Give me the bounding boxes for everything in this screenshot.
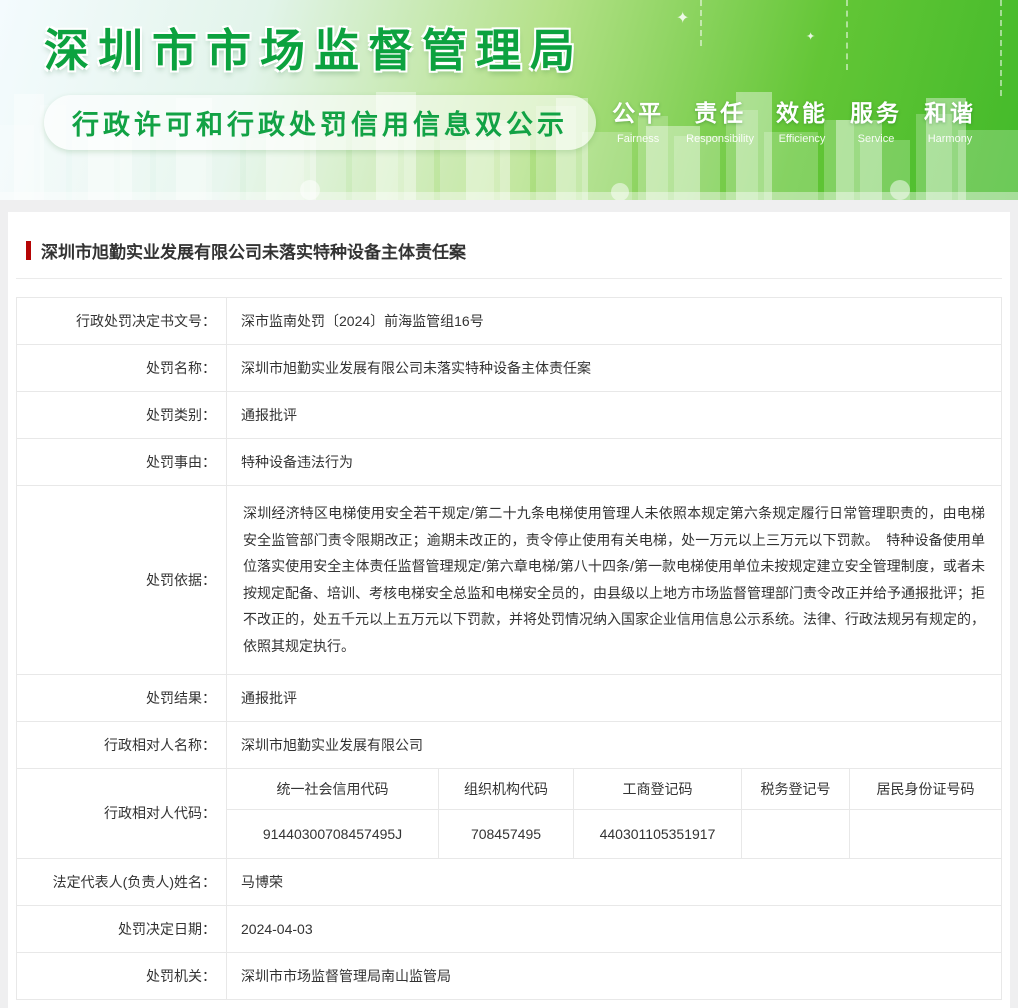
table-row: 行政处罚决定书文号： 深市监南处罚〔2024〕前海监管组16号 — [16, 297, 1002, 345]
decorative-dashed-line — [1000, 0, 1002, 96]
site-subtitle: 行政许可和行政处罚信用信息双公示 — [44, 95, 596, 150]
row-label: 行政相对人名称： — [16, 720, 227, 769]
slogan-cn: 责任 — [694, 100, 747, 126]
code-value-cell: 91440300708457495J — [226, 808, 439, 859]
code-value-cell — [741, 808, 850, 859]
page-title: 深圳市旭勤实业发展有限公司未落实特种设备主体责任案 — [41, 243, 466, 262]
row-value: 深圳经济特区电梯使用安全若干规定/第二十九条电梯使用管理人未依照本规定第六条规定… — [226, 485, 1002, 675]
code-value-cell: 708457495 — [438, 808, 574, 859]
slogan-en: Responsibility — [686, 133, 754, 145]
code-column-header: 工商登记码 — [573, 767, 742, 810]
main-content: 深圳市旭勤实业发展有限公司未落实特种设备主体责任案 行政处罚决定书文号： 深市监… — [8, 212, 1010, 1008]
table-row: 处罚机关： 深圳市市场监督管理局南山监管局 — [16, 951, 1002, 1000]
row-value: 深市监南处罚〔2024〕前海监管组16号 — [226, 297, 1002, 345]
slogan-cn: 公平 — [612, 100, 665, 126]
row-label: 处罚类别： — [16, 391, 227, 439]
slogan-en: Fairness — [617, 133, 660, 145]
row-value: 通报批评 — [226, 391, 1002, 439]
table-row: 处罚结果： 通报批评 — [16, 673, 1002, 722]
table-row: 处罚决定日期： 2024-04-03 — [16, 904, 1002, 953]
slogan-pair: 效能 Efficiency — [776, 94, 828, 145]
row-label: 行政相对人代码： — [16, 767, 227, 859]
code-value-cell — [849, 808, 1002, 859]
row-value: 深圳市旭勤实业发展有限公司未落实特种设备主体责任案 — [226, 344, 1002, 392]
sparkle-icon: ✦ — [806, 31, 816, 43]
row-value: 2024-04-03 — [226, 904, 1002, 953]
row-label: 处罚名称： — [16, 344, 227, 392]
code-column-header: 税务登记号 — [741, 767, 850, 810]
penalty-info-table: 行政处罚决定书文号： 深市监南处罚〔2024〕前海监管组16号 处罚名称： 深圳… — [16, 297, 1002, 1000]
row-label: 行政处罚决定书文号： — [16, 297, 227, 345]
slogan-cn: 和谐 — [924, 100, 976, 126]
row-label: 处罚依据： — [16, 485, 227, 675]
code-column-header: 统一社会信用代码 — [226, 767, 439, 810]
slogan-pair: 责任 Responsibility — [686, 94, 754, 145]
row-label: 处罚决定日期： — [16, 904, 227, 953]
table-row: 处罚名称： 深圳市旭勤实业发展有限公司未落实特种设备主体责任案 — [16, 344, 1002, 392]
row-value: 深圳市旭勤实业发展有限公司 — [226, 720, 1002, 769]
row-value: 深圳市市场监督管理局南山监管局 — [226, 951, 1002, 1000]
row-value: 特种设备违法行为 — [226, 438, 1002, 486]
row-value: 马博荣 — [226, 857, 1002, 906]
red-accent-bar — [26, 241, 31, 260]
table-row: 处罚类别： 通报批评 — [16, 391, 1002, 439]
table-row: 行政相对人名称： 深圳市旭勤实业发展有限公司 — [16, 720, 1002, 769]
row-label: 处罚结果： — [16, 673, 227, 722]
code-column-header: 居民身份证号码 — [849, 767, 1002, 810]
slogan-pair: 公平 Fairness — [612, 94, 664, 145]
slogan-pair: 和谐 Harmony — [924, 94, 976, 145]
slogan-cn: 效能 — [776, 100, 828, 126]
table-row-code-header: 行政相对人代码： 统一社会信用代码 组织机构代码 工商登记码 税务登记号 居民身… — [16, 767, 1002, 859]
slogan-group: 公平 Fairness 责任 Responsibility 效能 Efficie… — [612, 94, 976, 145]
article-title: 深圳市旭勤实业发展有限公司未落实特种设备主体责任案 — [16, 220, 1002, 279]
row-label: 处罚机关： — [16, 951, 227, 1000]
table-row: 处罚事由： 特种设备违法行为 — [16, 438, 1002, 486]
row-label: 处罚事由： — [16, 438, 227, 486]
slogan-en: Efficiency — [778, 133, 826, 145]
slogan-en: Harmony — [927, 133, 973, 145]
decorative-dashed-line — [846, 0, 848, 70]
site-title: 深圳市市场监督管理局 — [44, 25, 585, 76]
row-value: 通报批评 — [226, 673, 1002, 722]
table-row: 处罚依据： 深圳经济特区电梯使用安全若干规定/第二十九条电梯使用管理人未依照本规… — [16, 485, 1002, 675]
slogan-pair: 服务 Service — [850, 94, 902, 145]
slogan-en: Service — [857, 133, 895, 145]
header-banner: ✦ ✦ 深圳市市场监督管理局 行政许可和行政处罚信用信息双公示 公平 Fairn… — [0, 0, 1018, 200]
sparkle-icon: ✦ — [676, 10, 690, 27]
code-column-header: 组织机构代码 — [438, 767, 574, 810]
code-value-cell: 440301105351917 — [573, 808, 742, 859]
decorative-dashed-line — [700, 0, 702, 46]
table-row: 法定代表人(负责人)姓名： 马博荣 — [16, 857, 1002, 906]
row-label: 法定代表人(负责人)姓名： — [16, 857, 227, 906]
slogan-cn: 服务 — [850, 100, 902, 126]
